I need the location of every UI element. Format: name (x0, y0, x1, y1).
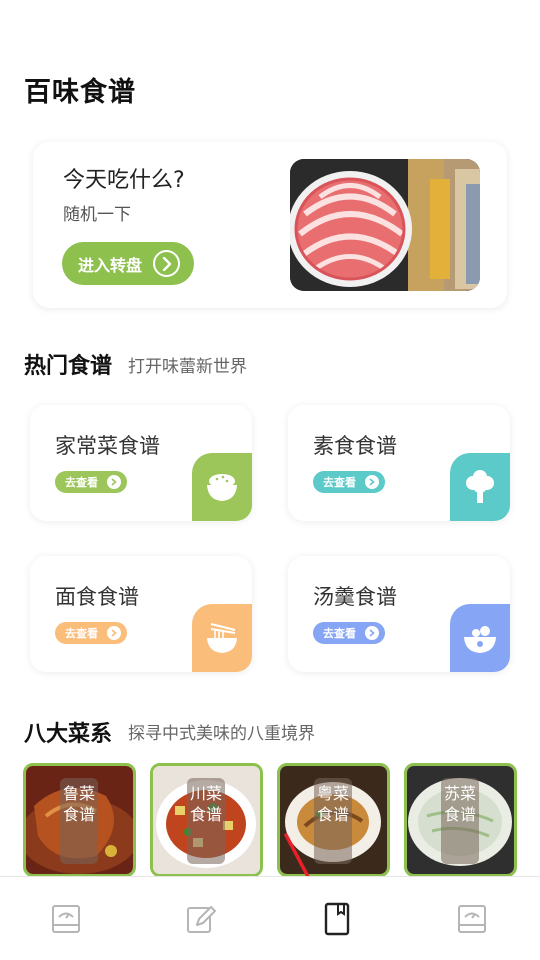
cuisine-card-chuan[interactable]: 川菜食谱 (150, 763, 263, 877)
category-card-soup[interactable]: 汤羹食谱 去查看 (288, 556, 510, 672)
chevron-right-icon (365, 626, 379, 640)
hero-title: 今天吃什么? (63, 168, 185, 193)
bookmark-icon (324, 902, 350, 936)
cuisine-section-title: 八大菜系 (24, 722, 113, 747)
enter-wheel-button[interactable]: 进入转盘 (62, 242, 194, 285)
tab-edit[interactable] (184, 901, 218, 937)
recipe-book-icon (52, 905, 80, 933)
food-carousel-image[interactable] (290, 159, 480, 291)
broccoli-icon (450, 453, 510, 521)
view-tag[interactable]: 去查看 (55, 622, 127, 644)
enter-wheel-label: 进入转盘 (78, 255, 143, 275)
chevron-right-icon (107, 626, 121, 640)
cuisine-card-lu[interactable]: 鲁菜食谱 (23, 763, 136, 877)
tab-mine[interactable] (455, 901, 489, 937)
view-tag[interactable]: 去查看 (313, 622, 385, 644)
cuisine-label: 鲁菜食谱 (60, 778, 98, 864)
tab-collection[interactable] (320, 901, 354, 937)
chevron-right-icon (365, 475, 379, 489)
bottom-tab-bar (0, 876, 540, 960)
category-title: 家常菜食谱 (55, 434, 160, 458)
view-tag[interactable]: 去查看 (313, 471, 385, 493)
view-tag[interactable]: 去查看 (55, 471, 127, 493)
hot-section-subtitle: 打开味蕾新世界 (128, 357, 247, 377)
category-title: 汤羹食谱 (313, 585, 397, 609)
app-title: 百味食谱 (24, 77, 136, 108)
cuisine-card-su[interactable]: 苏菜食谱 (404, 763, 517, 877)
view-tag-label: 去查看 (323, 627, 356, 640)
hot-section-title: 热门食谱 (24, 354, 113, 379)
category-card-vegetarian[interactable]: 素食食谱 去查看 (288, 405, 510, 521)
sliced-meat-image (290, 159, 480, 291)
tab-home[interactable] (49, 901, 83, 937)
recipe-book-icon (458, 905, 486, 933)
edit-icon (187, 906, 216, 933)
soup-bowl-icon (450, 604, 510, 672)
cuisine-label: 苏菜食谱 (441, 778, 479, 864)
cuisine-section-subtitle: 探寻中式美味的八重境界 (128, 724, 315, 744)
random-pick-card[interactable]: 今天吃什么? 随机一下 进入转盘 (33, 142, 507, 308)
hero-subtitle: 随机一下 (63, 205, 131, 225)
chevron-right-icon (107, 475, 121, 489)
cuisine-label: 川菜食谱 (187, 778, 225, 864)
noodle-bowl-icon (192, 604, 252, 672)
view-tag-label: 去查看 (323, 476, 356, 489)
view-tag-label: 去查看 (65, 627, 98, 640)
view-tag-label: 去查看 (65, 476, 98, 489)
category-title: 素食食谱 (313, 434, 397, 458)
category-card-noodles[interactable]: 面食食谱 去查看 (30, 556, 252, 672)
category-title: 面食食谱 (55, 585, 139, 609)
chevron-right-icon (153, 250, 180, 277)
category-card-home-cooking[interactable]: 家常菜食谱 去查看 (30, 405, 252, 521)
rice-bowl-icon (192, 453, 252, 521)
